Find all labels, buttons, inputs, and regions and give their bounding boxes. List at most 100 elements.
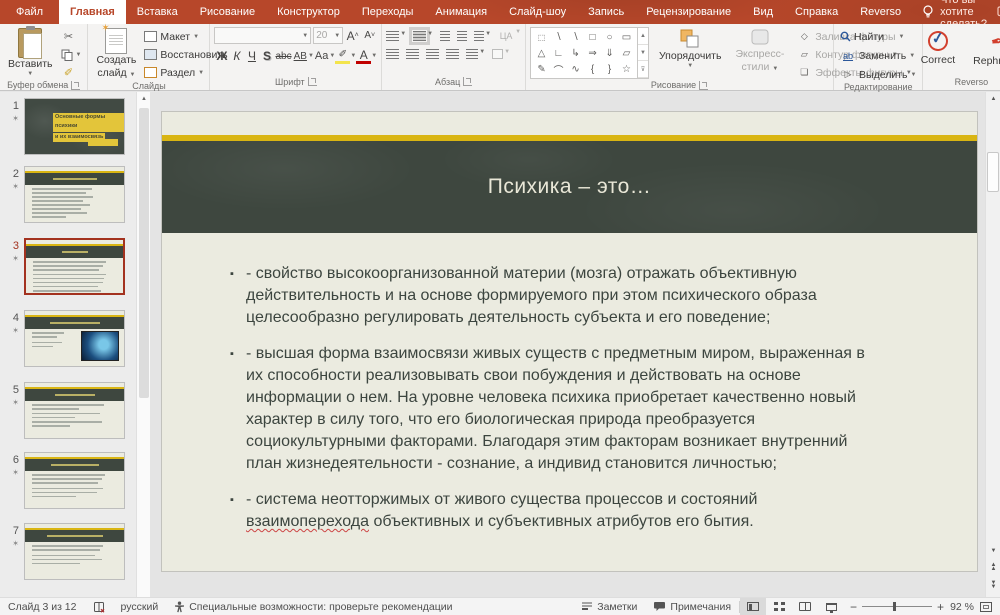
font-dialog-launcher[interactable]	[308, 77, 317, 86]
star-shape-icon[interactable]: ☆	[618, 61, 635, 77]
columns-button[interactable]: ▼	[466, 49, 485, 59]
convert-smartart-button[interactable]: ▼	[492, 49, 510, 59]
next-slide-button[interactable]: ▼▼	[986, 578, 1000, 592]
paste-button[interactable]: Вставить ▼	[4, 27, 57, 80]
fit-slide-to-window-button[interactable]	[980, 602, 992, 612]
thumbnail-scrollbar-thumb[interactable]	[139, 108, 149, 398]
tab-design[interactable]: Конструктор	[266, 0, 351, 24]
left-brace-shape-icon[interactable]: {	[584, 61, 601, 77]
notes-toggle-button[interactable]: Заметки	[573, 598, 645, 615]
numbering-button[interactable]: ▼	[413, 31, 433, 41]
tab-insert[interactable]: Вставка	[126, 0, 189, 24]
zoom-in-button[interactable]: +	[937, 600, 944, 614]
drawing-dialog-launcher[interactable]	[699, 81, 708, 90]
slide-title-placeholder[interactable]: Психика – это…	[162, 141, 977, 233]
decrease-indent-button[interactable]	[440, 31, 450, 41]
slide-bullet-2[interactable]: - высшая форма взаимосвязи живых существ…	[230, 343, 877, 475]
tell-me-search[interactable]: Что вы хотите сделать?	[912, 0, 997, 24]
highlight-color-button[interactable]: ✐	[335, 48, 350, 64]
freeform-shape-icon[interactable]: ✎	[533, 61, 550, 77]
tab-transitions[interactable]: Переходы	[351, 0, 425, 24]
slide-thumbnail-2[interactable]	[24, 166, 125, 223]
format-painter-button[interactable]: ✐	[59, 65, 84, 80]
font-size-combobox[interactable]: 20▼	[313, 27, 343, 44]
tab-animations[interactable]: Анимация	[424, 0, 498, 24]
slide-sorter-view-button[interactable]	[766, 598, 792, 615]
previous-slide-button[interactable]: ▲▲	[986, 560, 1000, 574]
shrink-font-button[interactable]: А˅	[362, 28, 377, 44]
normal-view-button[interactable]	[740, 598, 766, 615]
slide-thumbnail-7[interactable]	[24, 523, 125, 580]
misspelled-word[interactable]: взаимоперехода	[246, 513, 369, 530]
tab-draw[interactable]: Рисование	[189, 0, 266, 24]
change-case-button[interactable]: Aa	[314, 48, 329, 64]
slide-bullet-1[interactable]: - свойство высокоорганизованной материи …	[230, 263, 877, 329]
slide-body-placeholder[interactable]: - свойство высокоорганизованной материи …	[162, 233, 977, 533]
font-name-combobox[interactable]: ▼	[214, 27, 311, 44]
scroll-up-arrow-icon[interactable]: ▲	[137, 92, 151, 106]
tab-view[interactable]: Вид	[742, 0, 784, 24]
elbow-arrow-connector-icon[interactable]: ↳	[567, 45, 584, 61]
grow-font-button[interactable]: А˄	[345, 28, 360, 44]
pentagon-shape-icon[interactable]: ▱	[618, 45, 635, 61]
select-button[interactable]: ▷ Выделить▼	[838, 67, 918, 82]
bullets-button[interactable]: ▼	[386, 31, 406, 41]
increase-indent-button[interactable]	[457, 31, 467, 41]
zoom-track[interactable]	[862, 606, 932, 607]
tab-record[interactable]: Запись	[577, 0, 635, 24]
spellcheck-button[interactable]	[85, 598, 113, 615]
rectangle-shape-icon[interactable]: □	[584, 29, 601, 45]
slide-thumbnail-4[interactable]	[24, 310, 125, 367]
right-arrow-shape-icon[interactable]: ⇒	[584, 45, 601, 61]
slide-thumbnail-1[interactable]: Основные формы психики и их взаимосвязь	[24, 98, 125, 155]
triangle-shape-icon[interactable]: △	[533, 45, 550, 61]
main-vertical-scrollbar[interactable]: ▲ ▼ ▲▲ ▼▼	[985, 92, 1000, 597]
new-slide-button[interactable]: Создать слайд ▼	[92, 27, 140, 81]
tab-slideshow[interactable]: Слайд-шоу	[498, 0, 577, 24]
shapes-scroll-down[interactable]: ▼	[638, 45, 648, 62]
scroll-up-arrow-icon[interactable]: ▲	[986, 92, 1000, 106]
cut-button[interactable]: ✂	[59, 29, 84, 44]
replace-button[interactable]: ab Заменить▼	[838, 48, 918, 63]
zoom-slider[interactable]: − +	[844, 600, 950, 614]
slide-thumbnail-5[interactable]	[24, 382, 125, 439]
italic-button[interactable]: К	[229, 48, 244, 64]
slide-counter[interactable]: Слайд 3 из 12	[0, 598, 85, 615]
zoom-thumb[interactable]	[893, 602, 896, 611]
tab-home[interactable]: Главная	[59, 0, 126, 24]
align-right-button[interactable]	[426, 49, 439, 59]
slide-bullet-3[interactable]: - система неотторжимых от живого существ…	[230, 489, 877, 533]
justify-button[interactable]	[446, 49, 459, 59]
shapes-more-button[interactable]: ⊽	[638, 61, 648, 78]
arrow-line-shape-icon[interactable]: ∖	[567, 29, 584, 45]
reading-view-button[interactable]	[792, 598, 818, 615]
clipboard-dialog-launcher[interactable]	[71, 81, 80, 90]
elbow-connector-icon[interactable]: ∟	[550, 45, 567, 61]
scroll-down-arrow-icon[interactable]: ▼	[986, 544, 1000, 558]
line-spacing-button[interactable]: ▼	[474, 31, 491, 41]
comments-toggle-button[interactable]: Примечания	[645, 598, 739, 615]
shapes-gallery[interactable]: ⬚ ∖ ∖ □ ○ ▭ △ ∟ ↳ ⇒ ⇓ ▱ ✎ ⌒ ∿ { }	[530, 27, 638, 79]
slideshow-view-button[interactable]	[818, 598, 844, 615]
select-shape-icon[interactable]: ⬚	[533, 29, 550, 45]
slide-title[interactable]: Психика – это…	[488, 175, 652, 199]
reverso-rephraser-button[interactable]: ✒ Rephraser	[969, 30, 1000, 69]
paragraph-dialog-launcher[interactable]	[463, 77, 472, 86]
slide-thumbnail-6[interactable]	[24, 452, 125, 509]
tab-file[interactable]: Файл	[0, 0, 59, 24]
thumbnail-scrollbar[interactable]: ▲	[136, 92, 150, 597]
rounded-rectangle-shape-icon[interactable]: ▭	[618, 29, 635, 45]
curve-shape-icon[interactable]: ∿	[567, 61, 584, 77]
ellipse-shape-icon[interactable]: ○	[601, 29, 618, 45]
line-shape-icon[interactable]: ∖	[550, 29, 567, 45]
copy-button[interactable]: ▼	[59, 47, 84, 62]
down-arrow-shape-icon[interactable]: ⇓	[601, 45, 618, 61]
quick-styles-button[interactable]: Экспресс- стили ▼	[731, 27, 788, 75]
tab-help[interactable]: Справка	[784, 0, 849, 24]
align-left-button[interactable]	[386, 49, 399, 59]
find-button[interactable]: Найти	[838, 29, 918, 44]
tab-review[interactable]: Рецензирование	[635, 0, 742, 24]
bold-button[interactable]: Ж	[214, 48, 229, 64]
character-spacing-button[interactable]: АВ	[293, 48, 308, 64]
language-button[interactable]: русский	[113, 598, 167, 615]
